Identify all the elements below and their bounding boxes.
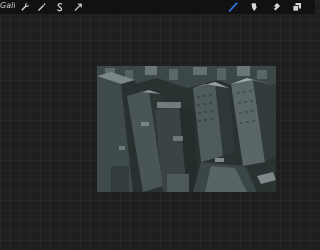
- transform-arrow-icon[interactable]: [72, 1, 84, 13]
- magic-wand-icon[interactable]: [36, 1, 48, 13]
- canvas-artwork[interactable]: [97, 66, 276, 192]
- layers-icon[interactable]: [291, 1, 303, 13]
- brush-icon[interactable]: [227, 1, 239, 13]
- selection-icon[interactable]: [54, 1, 66, 13]
- eraser-icon[interactable]: [270, 1, 282, 13]
- gallery-link[interactable]: Galleri: [0, 1, 15, 11]
- city-skyline-illustration: [97, 66, 276, 192]
- smudge-icon[interactable]: [248, 1, 260, 13]
- top-toolbar: Galleri: [0, 0, 315, 14]
- wrench-icon[interactable]: [19, 1, 31, 13]
